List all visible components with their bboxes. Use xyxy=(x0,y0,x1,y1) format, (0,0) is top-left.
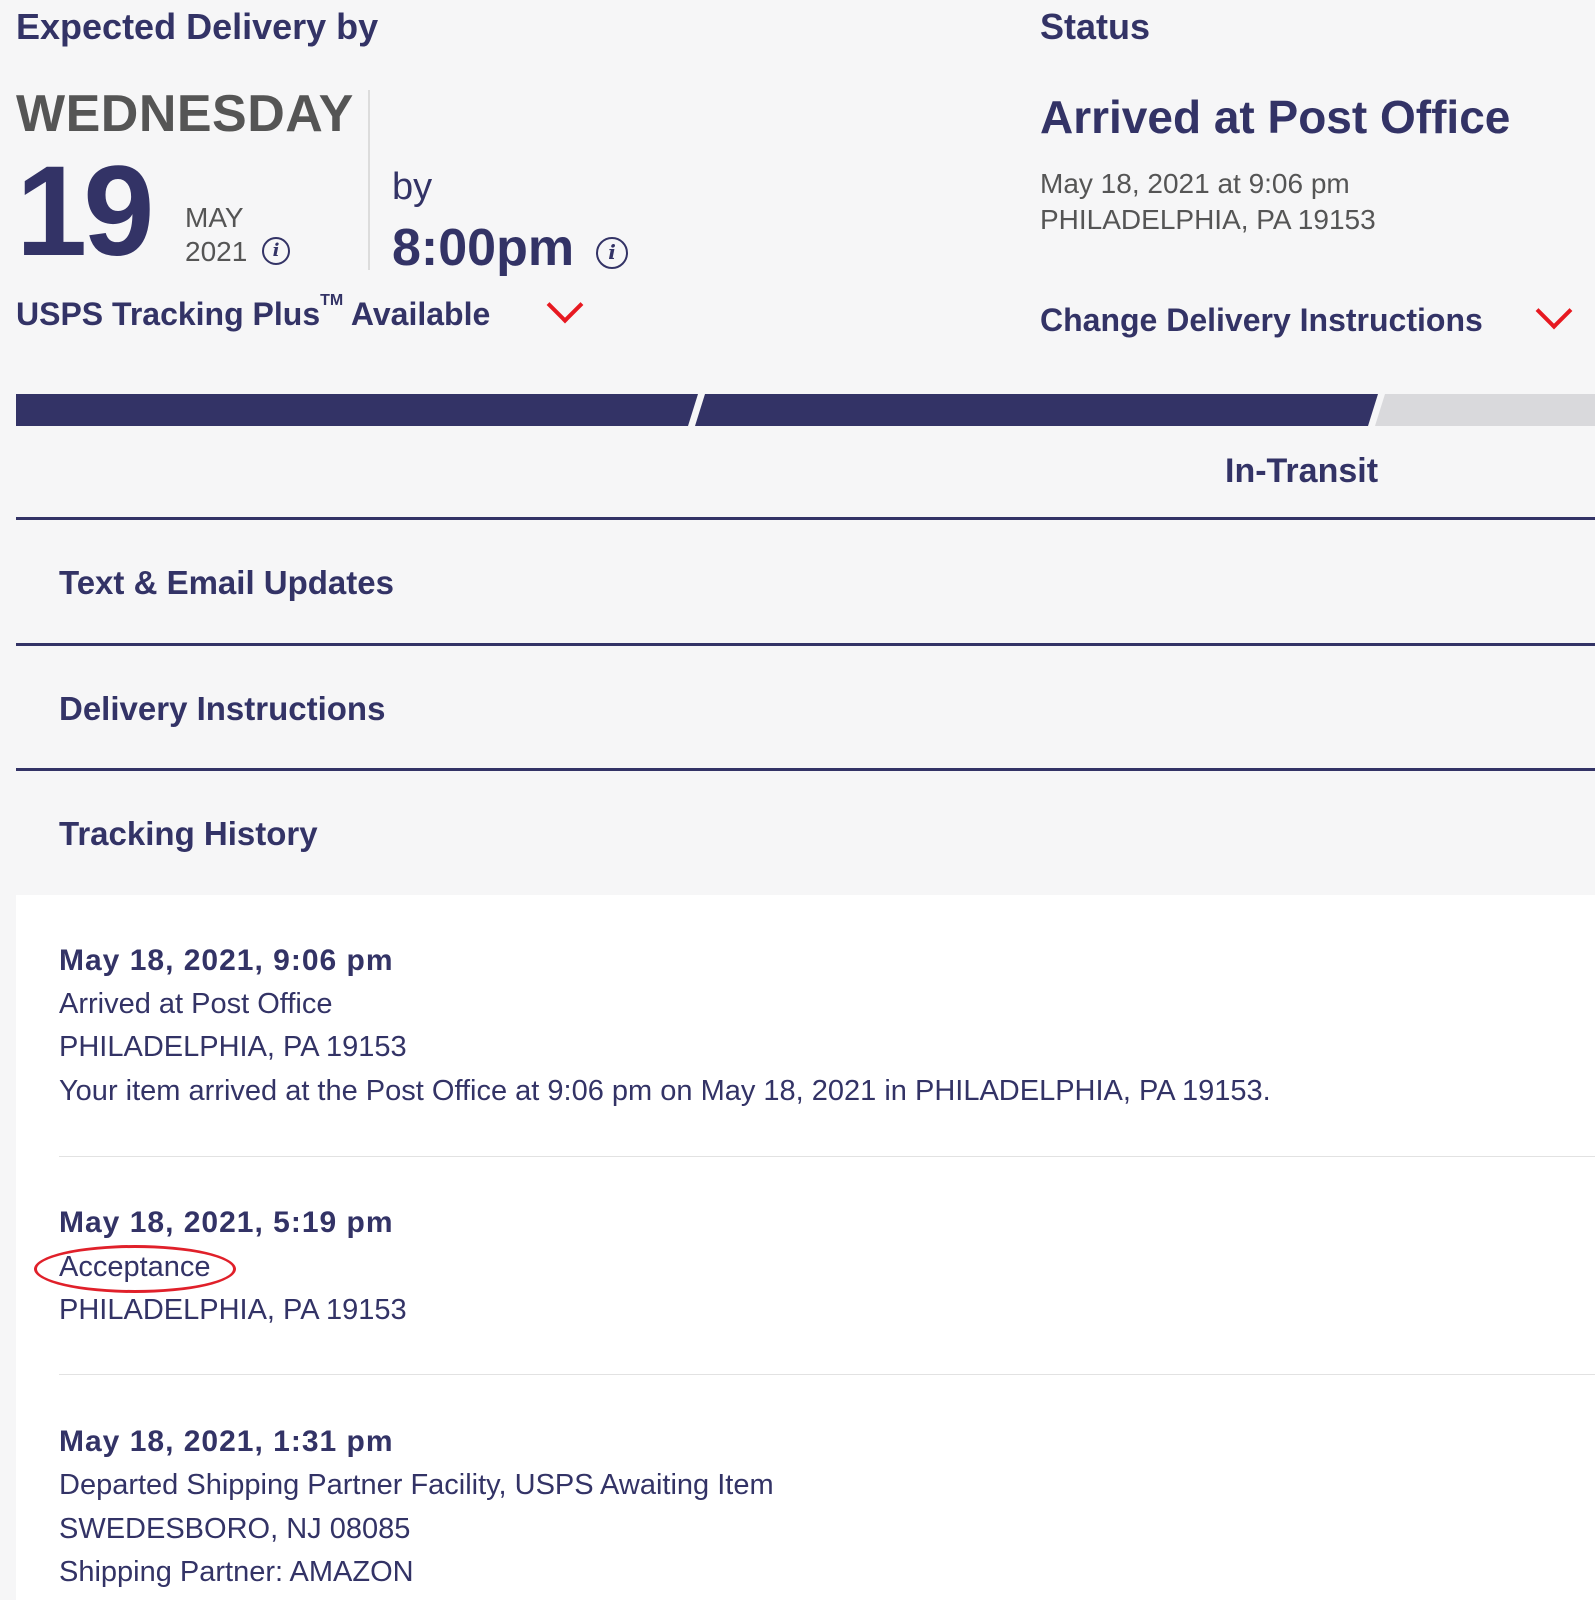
history-event-status: Arrived at Post Office xyxy=(59,988,333,1020)
section-divider xyxy=(16,643,1595,646)
progress-bar xyxy=(16,394,1595,426)
trademark-mark: TM xyxy=(320,292,344,309)
delivery-month: MAY xyxy=(185,202,244,233)
history-event-datetime: May 18, 2021, 1:31 pm xyxy=(59,1425,394,1458)
chevron-down-icon[interactable] xyxy=(546,286,584,324)
tracking-plus-label: USPS Tracking Plus xyxy=(16,296,321,332)
section-divider xyxy=(16,768,1595,771)
history-event-location: PHILADELPHIA, PA 19153 xyxy=(59,1294,407,1326)
history-separator xyxy=(59,1374,1595,1375)
history-event-location: PHILADELPHIA, PA 19153 xyxy=(59,1031,407,1063)
date-divider xyxy=(368,90,370,270)
delivery-time: 8:00pm xyxy=(392,219,575,277)
progress-segment-1 xyxy=(16,394,698,426)
status-label: Status xyxy=(1040,6,1151,47)
tracking-plus-available: Available xyxy=(350,296,491,332)
progress-segment-3 xyxy=(1375,394,1595,426)
history-event-datetime: May 18, 2021, 9:06 pm xyxy=(59,944,394,977)
tracking-page: Expected Delivery by WEDNESDAY 19 MAY 20… xyxy=(0,0,1595,1600)
history-event-datetime: May 18, 2021, 5:19 pm xyxy=(59,1206,394,1239)
status-datetime: May 18, 2021 at 9:06 pm xyxy=(1040,168,1350,199)
delivery-instructions-toggle[interactable]: Delivery Instructions xyxy=(59,690,385,728)
section-divider xyxy=(16,517,1595,520)
status-title: Arrived at Post Office xyxy=(1040,91,1511,143)
history-separator xyxy=(59,1156,1595,1157)
progress-segment-2 xyxy=(695,394,1378,426)
history-event-detail: Your item arrived at the Post Office at … xyxy=(59,1075,1271,1107)
history-event-detail: Shipping Partner: AMAZON xyxy=(59,1556,414,1588)
expected-delivery-label: Expected Delivery by xyxy=(16,6,379,47)
progress-stage-label: In-Transit xyxy=(1225,452,1379,490)
change-delivery-instructions-toggle[interactable]: Change Delivery Instructions xyxy=(1040,302,1483,339)
delivery-weekday: WEDNESDAY xyxy=(16,85,354,143)
date-info-icon[interactable]: i xyxy=(262,237,290,265)
tracking-history-toggle[interactable]: Tracking History xyxy=(59,815,318,853)
red-annotation-circle xyxy=(34,1245,236,1293)
status-location: PHILADELPHIA, PA 19153 xyxy=(1040,204,1376,235)
text-email-updates-toggle[interactable]: Text & Email Updates xyxy=(59,564,394,602)
history-event-status: Departed Shipping Partner Facility, USPS… xyxy=(59,1469,774,1501)
delivery-year: 2021 xyxy=(185,236,248,267)
time-info-icon[interactable]: i xyxy=(596,237,628,269)
tracking-plus-toggle[interactable]: USPS Tracking PlusTM Available xyxy=(16,292,491,333)
delivery-day: 19 xyxy=(16,140,154,283)
delivery-by-label: by xyxy=(392,166,433,208)
history-event-location: SWEDESBORO, NJ 08085 xyxy=(59,1513,411,1545)
chevron-down-icon[interactable] xyxy=(1535,292,1573,330)
